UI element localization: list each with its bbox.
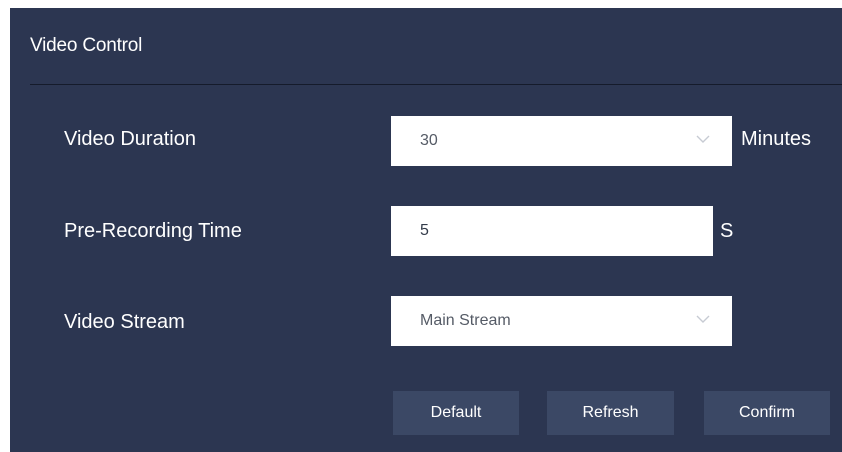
video-duration-select[interactable]: 30 <box>391 116 732 166</box>
video-control-panel: Video Control Video Duration 30 Minutes … <box>10 8 842 452</box>
panel-title: Video Control <box>30 35 143 56</box>
video-stream-select[interactable]: Main Stream <box>391 296 732 346</box>
pre-recording-time-unit: S <box>720 220 734 242</box>
panel-header: Video Control <box>10 8 842 85</box>
header-divider <box>30 84 842 85</box>
video-stream-label: Video Stream <box>64 311 185 333</box>
video-duration-label: Video Duration <box>64 128 196 150</box>
pre-recording-time-input[interactable]: 5 <box>391 206 713 256</box>
refresh-button[interactable]: Refresh <box>547 391 674 435</box>
confirm-button[interactable]: Confirm <box>704 391 830 435</box>
default-button[interactable]: Default <box>393 391 519 435</box>
pre-recording-time-label: Pre-Recording Time <box>64 220 242 242</box>
chevron-down-icon <box>696 315 710 323</box>
video-duration-value: 30 <box>420 132 438 149</box>
pre-recording-time-value: 5 <box>420 222 429 239</box>
video-duration-unit: Minutes <box>741 128 812 150</box>
chevron-down-icon <box>696 135 710 143</box>
video-stream-value: Main Stream <box>420 312 511 329</box>
